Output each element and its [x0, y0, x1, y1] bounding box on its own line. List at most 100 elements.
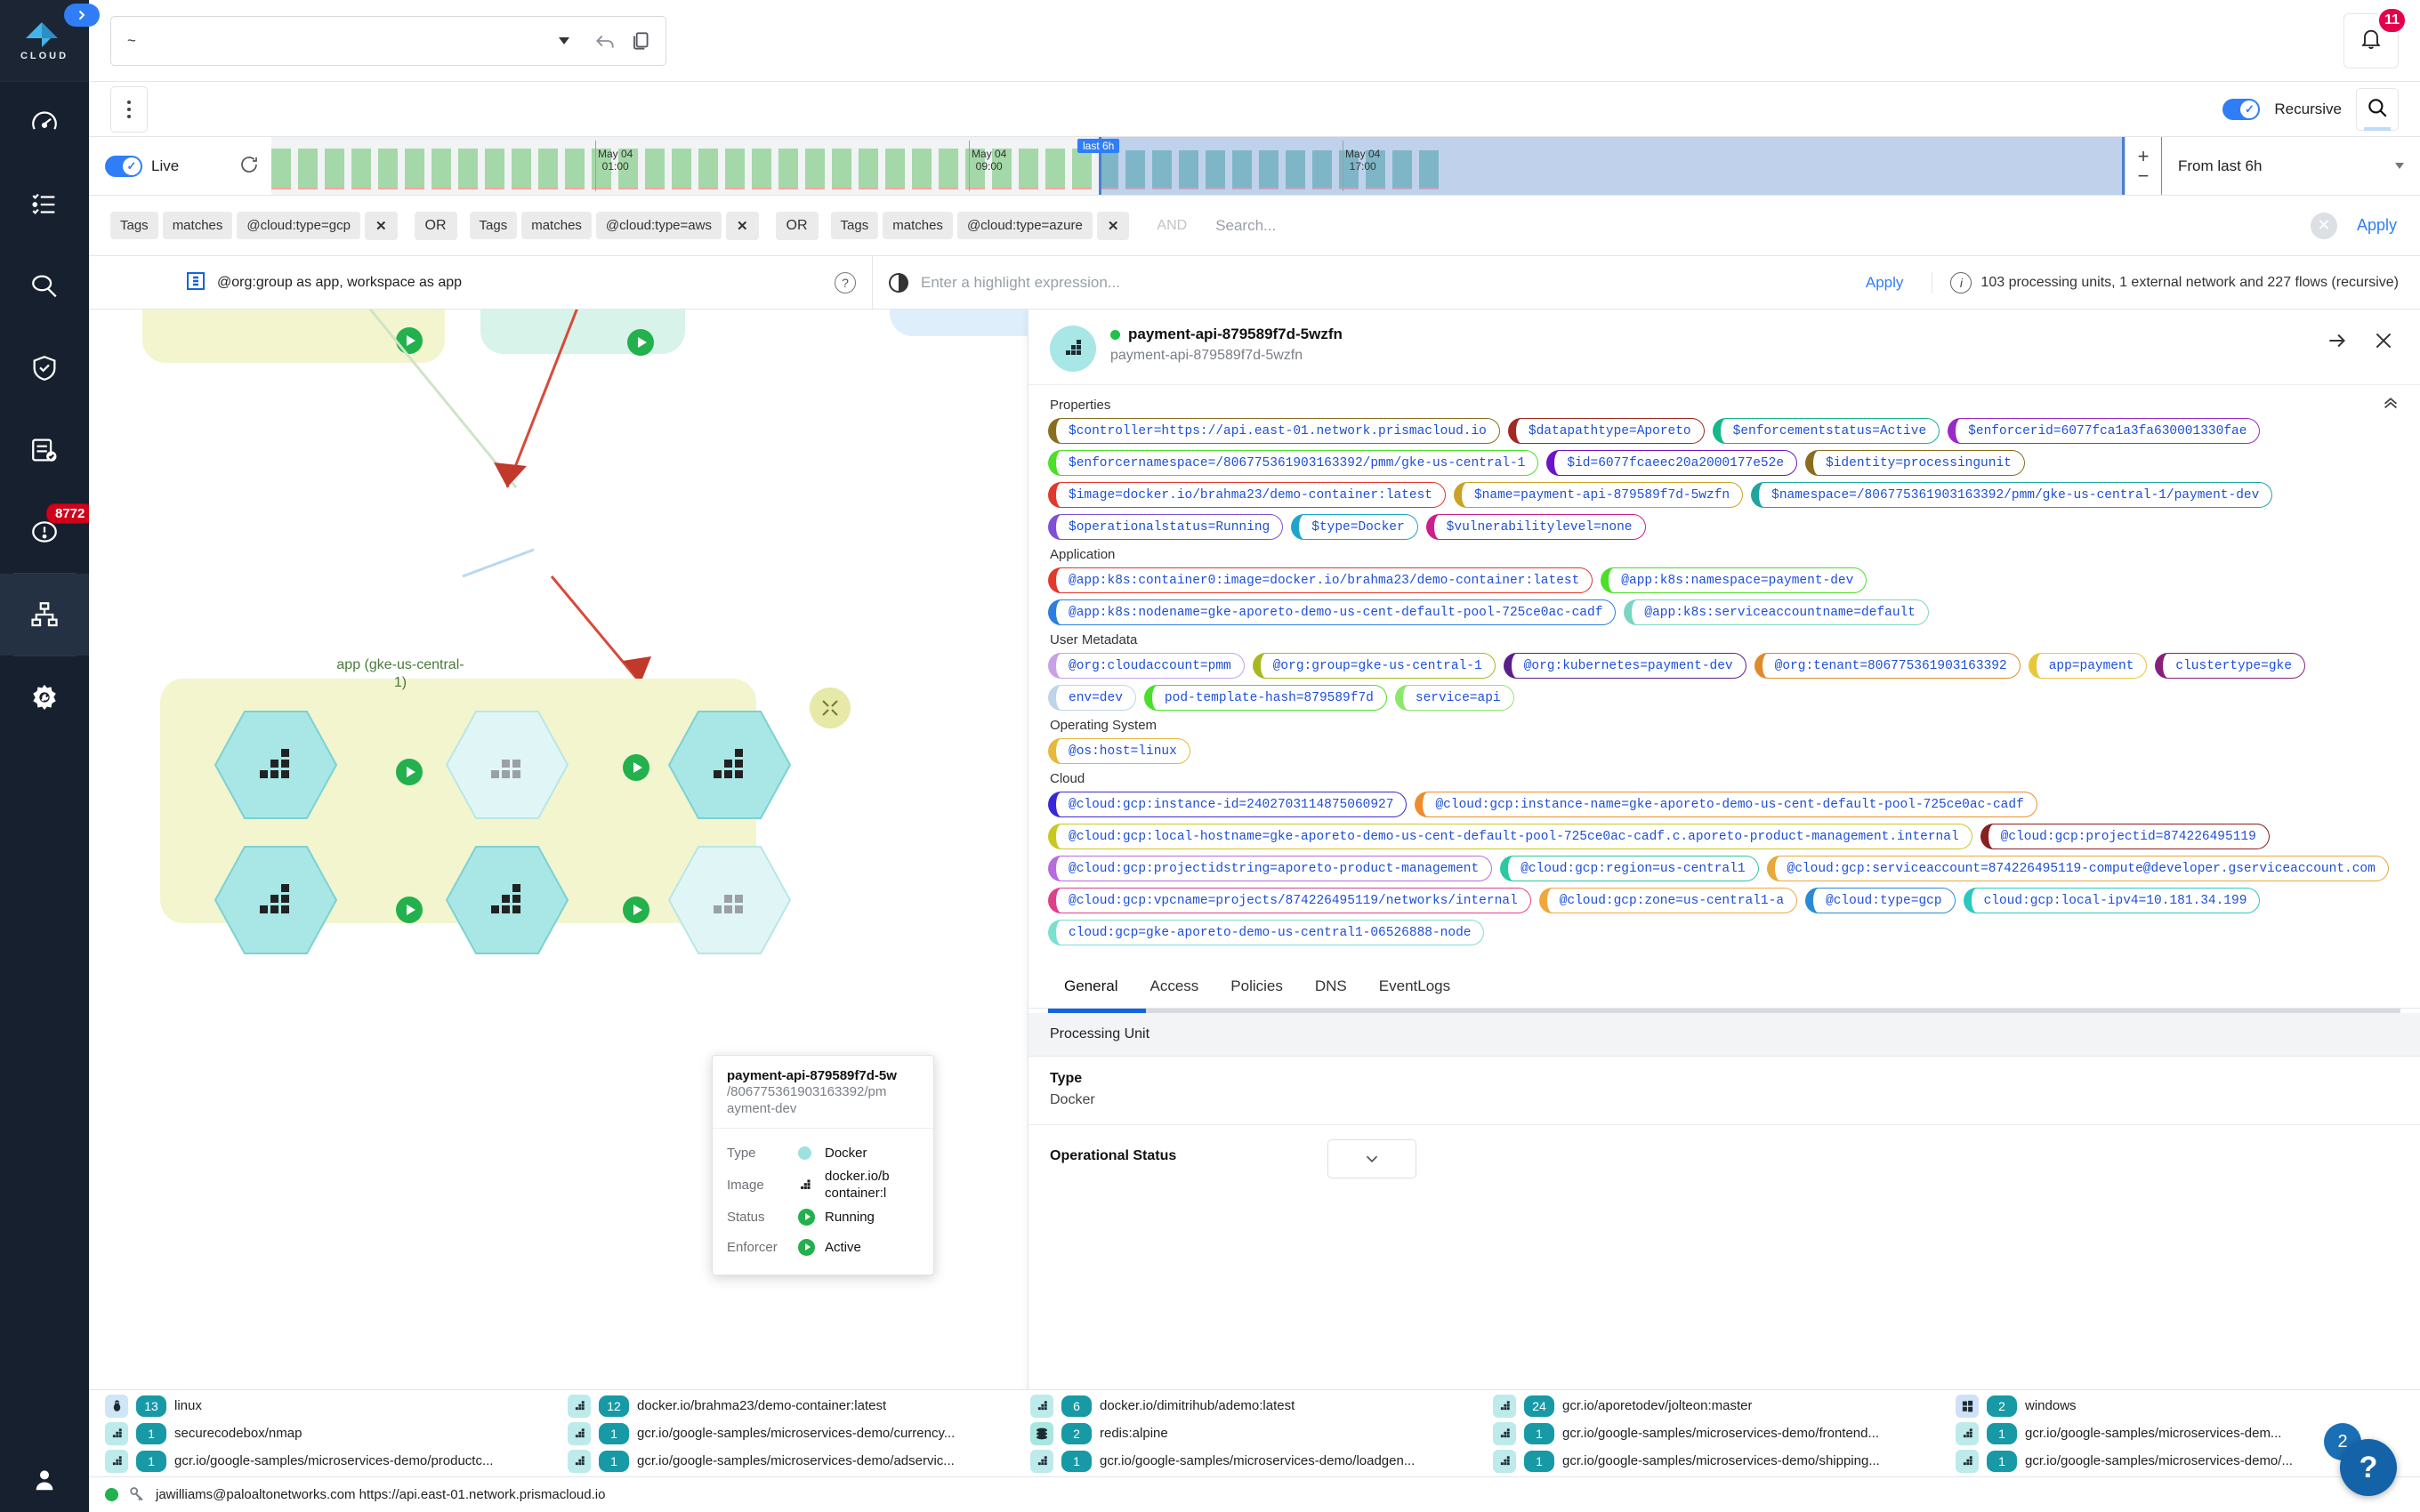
tag-chip[interactable]: $enforcernamespace=/806775361903163392/p…	[1048, 450, 1539, 476]
map-search-button[interactable]	[2356, 87, 2399, 131]
sidebar-item-network-map[interactable]	[0, 574, 89, 655]
time-range-selector[interactable]: From last 6h	[2162, 137, 2420, 195]
timeline-bar-segment[interactable]	[1286, 150, 1305, 189]
tag-chip[interactable]: @app:k8s:container0:image=docker.io/brah…	[1048, 567, 1593, 593]
timeline-bar-segment[interactable]	[512, 149, 531, 189]
timeline-bar-segment[interactable]	[885, 149, 905, 189]
timeline-bar-segment[interactable]	[618, 149, 638, 189]
tag-chip[interactable]: @cloud:gcp:region=us-central1	[1500, 856, 1759, 881]
query-joiner-or[interactable]: OR	[775, 211, 819, 240]
timeline-bar-segment[interactable]	[1125, 150, 1145, 189]
close-icon[interactable]	[2368, 326, 2399, 356]
tag-chip[interactable]: app=payment	[2028, 653, 2148, 679]
tag-chip[interactable]: @os:host=linux	[1048, 738, 1190, 764]
undo-arrow-icon[interactable]	[587, 23, 623, 59]
timeline-bar-segment[interactable]	[1392, 150, 1412, 189]
tag-chip[interactable]: $identity=processingunit	[1805, 450, 2025, 476]
tag-chip[interactable]: @org:group=gke-us-central-1	[1252, 653, 1496, 679]
view-menu-button[interactable]	[110, 85, 148, 133]
tag-chip[interactable]: cloud:gcp:local-ipv4=10.181.34.199	[1963, 888, 2261, 913]
tag-chip[interactable]: @cloud:gcp:projectidstring=aporeto-produ…	[1048, 856, 1493, 881]
timeline-bar-segment[interactable]	[1206, 150, 1225, 189]
query-chip-remove-icon[interactable]: ✕	[1096, 211, 1130, 240]
sidebar-item-inventory[interactable]	[0, 164, 89, 245]
tag-chip[interactable]: @cloud:gcp:vpcname=projects/874226495119…	[1048, 888, 1531, 913]
tag-chip[interactable]: pod-template-hash=879589f7d	[1143, 685, 1387, 711]
tag-chip[interactable]: @cloud:gcp:serviceaccount=874226495119-c…	[1766, 856, 2389, 881]
query-apply-button[interactable]: Apply	[2357, 216, 2409, 235]
query-chip-value[interactable]: @cloud:type=azure	[956, 212, 1093, 239]
copy-icon[interactable]	[623, 23, 658, 59]
node-group-top-2[interactable]	[480, 310, 685, 354]
graph-node[interactable]	[214, 708, 338, 824]
legend-item[interactable]: 2 redis:alpine	[1030, 1421, 1486, 1445]
timeline-bar-segment[interactable]	[1312, 150, 1332, 189]
operational-status-dropdown[interactable]	[1327, 1139, 1417, 1178]
legend-item[interactable]: 1 gcr.io/google-samples/microservices-dem…	[568, 1421, 1023, 1445]
timeline-bar-segment[interactable]	[778, 149, 798, 189]
query-chip-remove-icon[interactable]: ✕	[364, 211, 398, 240]
tag-chip[interactable]: @app:k8s:nodename=gke-aporeto-demo-us-ce…	[1048, 599, 1617, 625]
tag-chip[interactable]: $vulnerabilitylevel=none	[1425, 514, 1646, 540]
tag-chip[interactable]: env=dev	[1048, 685, 1136, 711]
legend-item[interactable]: 1 gcr.io/google-samples/microservices-dem…	[105, 1449, 561, 1473]
query-clear-button[interactable]: ✕	[2310, 212, 2337, 239]
query-chip-operator[interactable]: matches	[883, 212, 953, 239]
tab-dns[interactable]: DNS	[1299, 965, 1363, 1008]
tab-eventlogs[interactable]: EventLogs	[1363, 965, 1466, 1008]
query-chip-operator[interactable]: matches	[162, 212, 233, 239]
timeline-bar-segment[interactable]	[698, 149, 718, 189]
graph-node[interactable]	[445, 843, 569, 960]
graph-node[interactable]	[667, 843, 792, 960]
live-toggle[interactable]: ✓	[105, 155, 142, 177]
tag-chip[interactable]: @cloud:gcp:instance-id=24027031148750609…	[1048, 792, 1408, 817]
timeline-bar-segment[interactable]	[271, 149, 291, 189]
chevron-double-up-icon[interactable]	[2381, 392, 2400, 414]
arrow-right-icon[interactable]	[2322, 326, 2352, 356]
query-search-input[interactable]: Search...	[1210, 217, 2311, 235]
timeline-bar-segment[interactable]	[1419, 150, 1439, 189]
tag-chip[interactable]: @cloud:gcp:instance-name=gke-aporeto-dem…	[1415, 792, 2037, 817]
timeline-bar-segment[interactable]	[992, 149, 1012, 189]
timeline-bar-segment[interactable]	[538, 149, 558, 189]
graph-node[interactable]	[214, 843, 338, 960]
tag-chip[interactable]: @org:kubernetes=payment-dev	[1503, 653, 1746, 679]
legend-item[interactable]: 13 linux	[105, 1394, 561, 1418]
sidebar-item-dashboard[interactable]	[0, 82, 89, 164]
tag-chip[interactable]: @cloud:gcp:zone=us-central1-a	[1538, 888, 1798, 913]
tag-chip[interactable]: $datapathtype=Aporeto	[1507, 418, 1705, 444]
detail-panel-body[interactable]: Properties $controller=https://api.east-0…	[1028, 385, 2420, 1512]
timeline-bar-segment[interactable]	[1232, 150, 1252, 189]
timeline-bar-segment[interactable]	[378, 149, 398, 189]
graph-node[interactable]	[667, 708, 792, 824]
timeline-bar-segment[interactable]	[458, 149, 478, 189]
query-chip-value[interactable]: @cloud:type=aws	[595, 212, 722, 239]
timeline-bar-segment[interactable]	[1152, 150, 1172, 189]
legend-item[interactable]: 1 securecodebox/nmap	[105, 1421, 561, 1445]
legend-item[interactable]: 2 windows	[1956, 1394, 2411, 1418]
tag-chip[interactable]: @org:cloudaccount=pmm	[1048, 653, 1245, 679]
tag-chip[interactable]: @app:k8s:serviceaccountname=default	[1624, 599, 1929, 625]
timeline-bar-segment[interactable]	[752, 149, 771, 189]
query-joiner-and[interactable]: AND	[1146, 212, 1198, 240]
timeline-zoom-in-button[interactable]: +	[2138, 146, 2150, 165]
tab-policies[interactable]: Policies	[1214, 965, 1299, 1008]
highlight-apply-button[interactable]: Apply	[1866, 274, 1904, 292]
tag-chip[interactable]: $enforcerid=6077fca1a3fa630001330fae	[1948, 418, 2261, 444]
query-chip-operator[interactable]: matches	[521, 212, 592, 239]
legend-item[interactable]: 1 gcr.io/google-samples/microservices-dem…	[1493, 1421, 1948, 1445]
query-chip-remove-icon[interactable]: ✕	[725, 211, 759, 240]
timeline-bar-segment[interactable]	[1072, 149, 1092, 189]
timeline-bar-segment[interactable]	[859, 149, 878, 189]
timeline-track[interactable]: last 6h May 04 01:00 May 04 09:00 May 04 17:00	[271, 137, 2125, 195]
timeline-bar-segment[interactable]	[725, 149, 745, 189]
tag-chip[interactable]: @cloud:gcp:local-hostname=gke-aporeto-de…	[1048, 824, 1972, 849]
timeline-bar-segment[interactable]	[832, 149, 851, 189]
query-chip-field[interactable]: Tags	[469, 212, 518, 239]
tag-chip[interactable]: $namespace=/806775361903163392/pmm/gke-u…	[1751, 482, 2273, 508]
timeline-bar-segment[interactable]	[432, 149, 451, 189]
timeline-bar-segment[interactable]	[1045, 149, 1065, 189]
tag-chip[interactable]: @app:k8s:namespace=payment-dev	[1601, 567, 1867, 593]
chevron-down-icon[interactable]	[559, 36, 569, 44]
tag-chip[interactable]: @cloud:gcp:projectid=874226495119	[1980, 824, 2270, 849]
